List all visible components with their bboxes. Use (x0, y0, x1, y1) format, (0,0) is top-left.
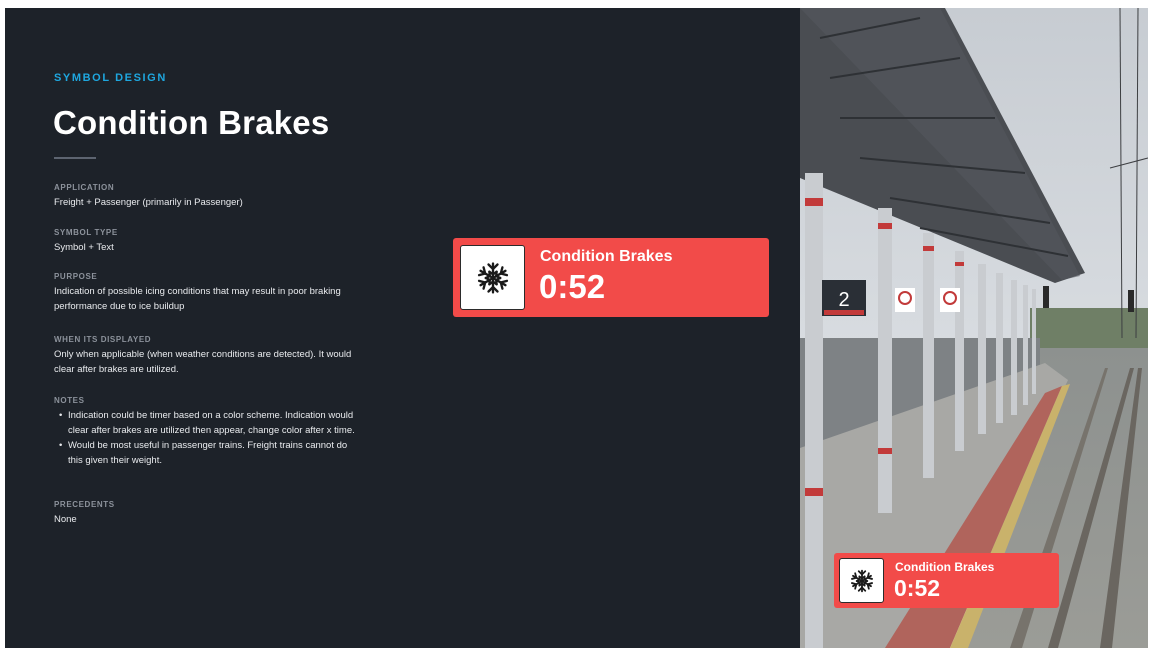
title-divider (54, 157, 96, 159)
eyebrow-label: SYMBOL DESIGN (54, 72, 167, 84)
application-section: APPLICATION Freight + Passenger (primari… (54, 183, 384, 210)
alert-name: Condition Brakes (540, 248, 673, 265)
application-value: Freight + Passenger (primarily in Passen… (54, 197, 243, 208)
slide: SYMBOL DESIGN Condition Brakes APPLICATI… (5, 8, 1148, 648)
application-label: APPLICATION (54, 183, 115, 192)
notes-list: Indication could be timer based on a col… (54, 408, 359, 468)
symbol-type-value: Symbol + Text (54, 242, 114, 253)
condition-brakes-alert-small: Condition Brakes 0:52 (834, 553, 1059, 608)
when-displayed-label: WHEN ITS DISPLAYED (54, 335, 152, 344)
purpose-value: Indication of possible icing conditions … (54, 286, 341, 312)
train-station-photo: 2 Condition Brakes 0:52 (800, 8, 1148, 648)
condition-brakes-alert-large: Condition Brakes 0:52 (453, 238, 769, 317)
description-panel: SYMBOL DESIGN Condition Brakes APPLICATI… (5, 8, 800, 648)
notes-label: NOTES (54, 396, 85, 405)
alert-name: Condition Brakes (895, 560, 995, 574)
purpose-label: PURPOSE (54, 272, 98, 281)
page-title: Condition Brakes (53, 104, 330, 141)
alert-timer: 0:52 (539, 268, 606, 305)
precedents-section: PRECEDENTS None (54, 500, 384, 527)
symbol-type-label: SYMBOL TYPE (54, 228, 118, 237)
platform-number: 2 (838, 289, 849, 311)
snowflake-icon (839, 558, 884, 603)
when-displayed-section: WHEN ITS DISPLAYED Only when applicable … (54, 335, 359, 377)
symbol-type-section: SYMBOL TYPE Symbol + Text (54, 228, 384, 255)
purpose-section: PURPOSE Indication of possible icing con… (54, 272, 364, 314)
list-item: Indication could be timer based on a col… (54, 408, 359, 438)
precedents-value: None (54, 514, 77, 525)
when-displayed-value: Only when applicable (when weather condi… (54, 349, 352, 375)
precedents-label: PRECEDENTS (54, 500, 115, 509)
list-item: Would be most useful in passenger trains… (54, 438, 359, 468)
alert-timer: 0:52 (894, 575, 941, 601)
snowflake-icon (460, 245, 525, 310)
notes-section: NOTES Indication could be timer based on… (54, 396, 359, 468)
